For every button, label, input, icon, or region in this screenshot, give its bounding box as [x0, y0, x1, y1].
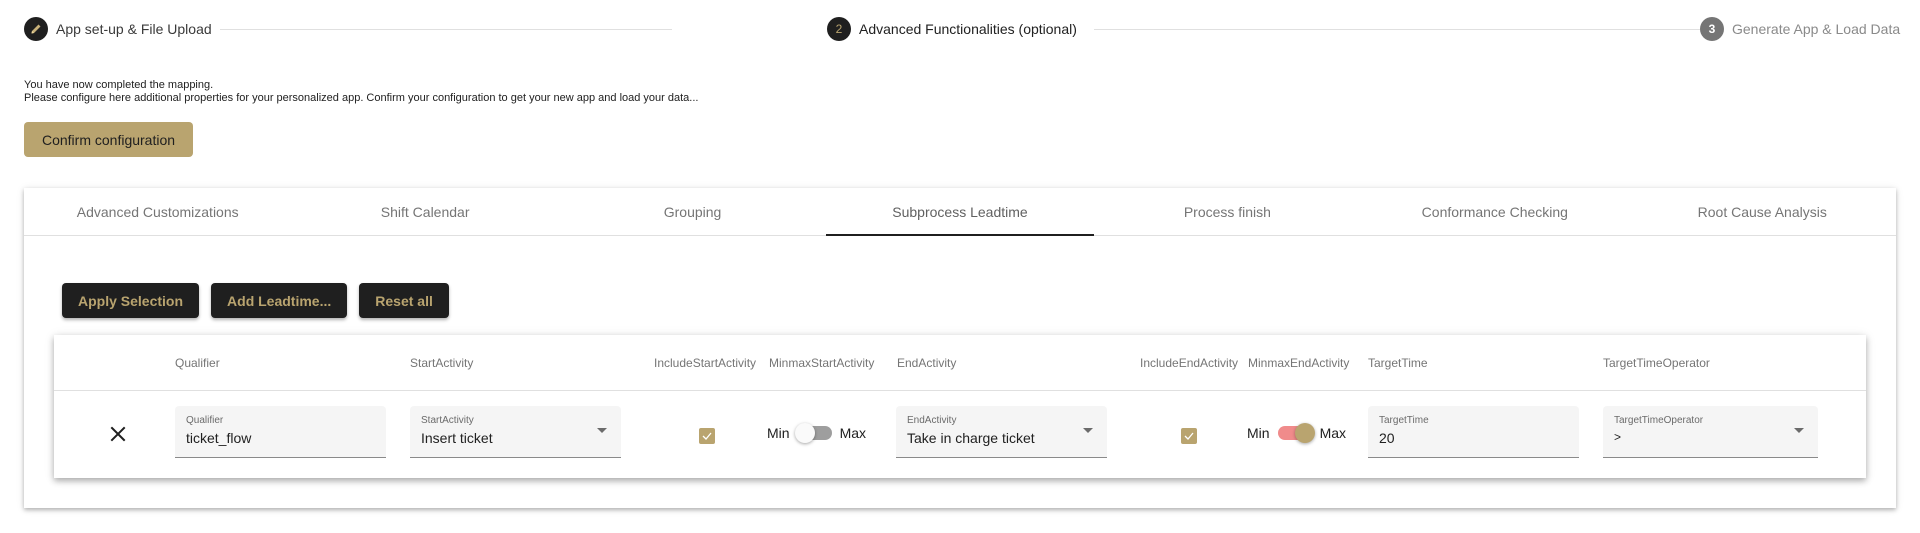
- tab-process-finish[interactable]: Process finish: [1094, 188, 1361, 235]
- field-value: Take in charge ticket: [907, 430, 1035, 446]
- step-generate-app[interactable]: 3 Generate App & Load Data: [1700, 16, 1909, 42]
- column-header-minmax-end-activity: MinmaxEndActivity: [1248, 356, 1350, 370]
- field-label: TargetTimeOperator: [1614, 415, 1704, 426]
- column-header-qualifier: Qualifier: [175, 356, 220, 370]
- column-header-include-start-activity: IncludeStartActivity: [654, 356, 757, 370]
- field-label: StartActivity: [421, 415, 474, 426]
- intro-text: You have now completed the mapping. Plea…: [24, 79, 698, 105]
- toggle-knob: [1294, 423, 1315, 443]
- column-header-target-time-operator: TargetTimeOperator: [1603, 356, 1710, 370]
- table-header: Qualifier StartActivity IncludeStartActi…: [54, 335, 1866, 391]
- step-number-badge: 3: [1700, 17, 1724, 41]
- stepper-connector: [1094, 29, 1718, 30]
- remove-row-icon[interactable]: [108, 424, 128, 444]
- step-number-badge: 2: [827, 17, 851, 41]
- stepper-connector: [184, 29, 672, 30]
- leadtime-table: Qualifier StartActivity IncludeStartActi…: [54, 335, 1866, 478]
- field-label: Qualifier: [186, 415, 224, 426]
- include-start-activity-checkbox[interactable]: [699, 428, 715, 444]
- dropdown-arrow-icon: [597, 428, 607, 433]
- field-value: 20: [1379, 430, 1395, 446]
- intro-line-1: You have now completed the mapping.: [24, 79, 214, 91]
- step-app-setup[interactable]: App set-up & File Upload: [24, 16, 220, 42]
- target-time-input[interactable]: TargetTime 20: [1368, 406, 1579, 458]
- add-leadtime-button[interactable]: Add Leadtime...: [211, 283, 348, 318]
- table-row: Qualifier ticket_flow StartActivity Inse…: [54, 392, 1866, 478]
- include-end-activity-checkbox[interactable]: [1181, 428, 1197, 444]
- minmax-end-activity-toggle[interactable]: [1277, 423, 1315, 443]
- stepper: App set-up & File Upload 2 Advanced Func…: [24, 16, 1909, 42]
- tab-advanced-customizations[interactable]: Advanced Customizations: [24, 188, 291, 235]
- qualifier-input[interactable]: Qualifier ticket_flow: [175, 406, 386, 458]
- intro-line-2: Please configure here additional propert…: [24, 92, 699, 104]
- tab-shift-calendar[interactable]: Shift Calendar: [291, 188, 558, 235]
- dropdown-arrow-icon: [1794, 428, 1804, 433]
- check-icon: [702, 432, 712, 440]
- field-label: EndActivity: [907, 415, 957, 426]
- confirm-configuration-button[interactable]: Confirm configuration: [24, 122, 193, 157]
- field-value: Insert ticket: [421, 430, 493, 446]
- field-value: ticket_flow: [186, 430, 252, 446]
- tab-subprocess-leadtime[interactable]: Subprocess Leadtime: [826, 188, 1095, 236]
- column-header-target-time: TargetTime: [1368, 356, 1428, 370]
- step-label: App set-up & File Upload: [56, 21, 212, 37]
- tab-root-cause-analysis[interactable]: Root Cause Analysis: [1629, 188, 1896, 235]
- column-header-minmax-start-activity: MinmaxStartActivity: [769, 356, 875, 370]
- target-time-operator-select[interactable]: TargetTimeOperator >: [1603, 406, 1818, 458]
- pencil-icon: [24, 17, 48, 41]
- toggle-min-label: Min: [1247, 425, 1270, 441]
- column-header-end-activity: EndActivity: [897, 356, 957, 370]
- toggle-max-label: Max: [839, 425, 867, 441]
- step-label: Generate App & Load Data: [1732, 21, 1901, 37]
- action-buttons: Apply Selection Add Leadtime... Reset al…: [62, 283, 449, 318]
- check-icon: [1184, 432, 1194, 440]
- tab-bar: Advanced Customizations Shift Calendar G…: [24, 188, 1896, 236]
- minmax-start-activity-toggle[interactable]: [794, 423, 832, 443]
- step-label: Advanced Functionalities (optional): [859, 21, 1077, 37]
- minmax-start-activity-toggle-group: Min Max: [767, 421, 866, 445]
- tab-conformance-checking[interactable]: Conformance Checking: [1361, 188, 1628, 235]
- toggle-knob: [794, 423, 815, 443]
- configuration-card: Advanced Customizations Shift Calendar G…: [24, 188, 1896, 508]
- toggle-max-label: Max: [1319, 425, 1347, 441]
- column-header-start-activity: StartActivity: [410, 356, 474, 370]
- minmax-end-activity-toggle-group: Min Max: [1247, 421, 1346, 445]
- field-label: TargetTime: [1379, 415, 1429, 426]
- step-advanced-functionalities[interactable]: 2 Advanced Functionalities (optional): [827, 16, 1085, 42]
- tab-grouping[interactable]: Grouping: [559, 188, 826, 235]
- start-activity-select[interactable]: StartActivity Insert ticket: [410, 406, 621, 458]
- column-header-include-end-activity: IncludeEndActivity: [1140, 356, 1239, 370]
- dropdown-arrow-icon: [1083, 428, 1093, 433]
- end-activity-select[interactable]: EndActivity Take in charge ticket: [896, 406, 1107, 458]
- apply-selection-button[interactable]: Apply Selection: [62, 283, 200, 318]
- toggle-min-label: Min: [767, 425, 790, 441]
- reset-all-button[interactable]: Reset all: [359, 283, 449, 318]
- field-value: >: [1614, 430, 1622, 444]
